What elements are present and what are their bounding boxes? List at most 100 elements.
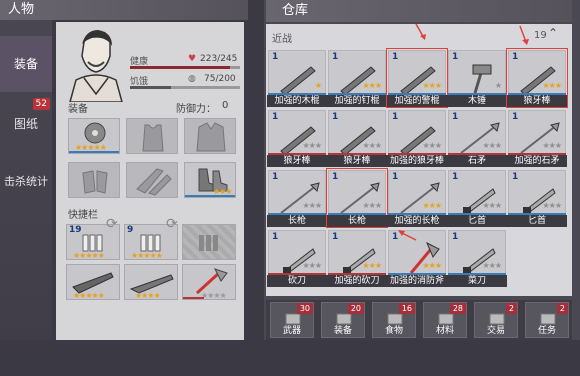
warehouse-item[interactable]: 1 ★ xyxy=(268,50,326,96)
equip-slot-weapon[interactable]: ★★★★★ xyxy=(68,118,120,154)
category-label: 交易 xyxy=(486,326,505,336)
item-name: 匕首 xyxy=(447,215,507,227)
swap-icon[interactable]: ⟳ xyxy=(106,216,118,232)
category-label: 武器 xyxy=(282,326,301,336)
warehouse-item[interactable]: 1 ★★★ xyxy=(328,110,386,156)
quick-slot-3[interactable] xyxy=(182,224,236,260)
slot-stars: ★★★★★ xyxy=(131,251,163,260)
weapon-icon xyxy=(280,66,316,96)
warehouse-item[interactable]: 1 ★★★ xyxy=(448,170,506,214)
tab-blueprints[interactable]: 图纸 52 xyxy=(0,96,52,152)
item-stars: ★★★ xyxy=(422,201,441,210)
category-button[interactable]: 16 食物 xyxy=(372,302,416,338)
item-stars: ★★★ xyxy=(362,201,381,210)
item-name: 长枪 xyxy=(267,215,327,227)
weapon-icon xyxy=(520,66,556,96)
quick-slot-qty: 19 xyxy=(69,225,82,235)
melee-count: 19 xyxy=(534,30,547,41)
defense-label: 防御力： xyxy=(176,104,216,115)
hunger-value: 75/200 xyxy=(204,74,236,84)
jacket-icon xyxy=(196,122,226,152)
gloves-icon xyxy=(82,170,108,194)
food-icon: ◍ xyxy=(188,74,196,84)
weapon-icon xyxy=(340,126,376,156)
category-button[interactable]: 28 材料 xyxy=(423,302,467,338)
warehouse-item[interactable]: 1 ★★★ xyxy=(388,110,446,156)
warehouse-item[interactable]: 1 ★★★ xyxy=(388,50,446,96)
item-name: 加强的石矛 xyxy=(507,155,567,167)
item-stars: ★★★ xyxy=(302,201,321,210)
warehouse-item[interactable]: 1 ★★★ xyxy=(268,230,326,274)
item-name: 加强的钉棍 xyxy=(327,95,387,107)
category-count: 2 xyxy=(505,303,517,314)
collapse-chevron-icon[interactable]: ⌃ xyxy=(548,26,558,40)
tanktop-icon xyxy=(142,124,164,152)
weapon-icon xyxy=(343,248,376,273)
warehouse-item[interactable]: 1 ★★★ xyxy=(328,170,386,214)
tab-kill-stats[interactable]: 击杀统计 xyxy=(0,154,52,210)
item-stars: ★ xyxy=(494,81,502,90)
item-stars: ★★★ xyxy=(542,141,561,150)
warehouse-item[interactable]: 1 ★★★ xyxy=(268,110,326,156)
character-panel-title: 人物 xyxy=(0,0,248,20)
annotation-arrow xyxy=(519,25,529,45)
equip-slot-body[interactable] xyxy=(126,118,178,154)
warehouse-item[interactable]: 1 ★★★ xyxy=(388,170,446,214)
equip-slot-outer[interactable] xyxy=(184,118,236,154)
pants-icon xyxy=(136,168,172,196)
health-value: 223/245 xyxy=(200,54,238,64)
warehouse-item[interactable]: 1 ★★★ xyxy=(448,110,506,154)
category-count: 28 xyxy=(449,303,466,314)
swap-icon[interactable]: ⟳ xyxy=(166,216,178,232)
weapon-icon xyxy=(400,66,436,96)
item-name: 菜刀 xyxy=(447,275,507,287)
bottom-strip xyxy=(0,340,580,376)
warehouse-item[interactable]: 1 ★★★ xyxy=(328,230,386,274)
warehouse-item[interactable]: 1 ★★★ xyxy=(508,50,566,96)
item-name: 加强的砍刀 xyxy=(327,275,387,287)
category-count: 16 xyxy=(398,303,415,314)
weapon-icon xyxy=(340,182,380,214)
equip-slot-feet[interactable]: ★★★ xyxy=(184,162,236,198)
category-label: 食物 xyxy=(384,326,403,336)
item-stars: ★★★ xyxy=(422,141,441,150)
item-name: 匕首 xyxy=(507,215,567,227)
quick-slot-5[interactable]: ★★★★ xyxy=(124,264,178,300)
weapon-icon xyxy=(400,126,436,156)
warehouse-item[interactable]: 1 ★★★ xyxy=(448,230,506,274)
warehouse-item[interactable]: 1 ★★★ xyxy=(328,50,386,96)
quick-slot-4[interactable]: ★★★★★ xyxy=(66,264,120,300)
weapon-icon xyxy=(340,66,376,96)
item-stars: ★★★ xyxy=(482,141,501,150)
category-count: 30 xyxy=(296,303,313,314)
weapon-icon xyxy=(460,122,500,154)
category-button[interactable]: 2 任务 xyxy=(525,302,569,338)
item-stars: ★★★ xyxy=(302,261,321,270)
item-stars: ★★★ xyxy=(302,141,321,150)
category-button[interactable]: 30 武器 xyxy=(270,302,314,338)
hunger-bar xyxy=(130,86,240,89)
warehouse-item[interactable]: 1 ★ xyxy=(448,50,506,94)
weapon-icon xyxy=(520,122,560,154)
item-stars: ★ xyxy=(314,81,322,90)
melee-category-label: 近战 xyxy=(272,34,292,45)
item-name: 狼牙棒 xyxy=(267,155,327,167)
weapon-icon xyxy=(280,126,316,156)
quickbar-label: 快捷栏 xyxy=(68,210,98,221)
tab-equipment[interactable]: 装备 xyxy=(0,36,52,92)
equip-slot-legs[interactable] xyxy=(126,162,178,198)
item-stars: ★★★ xyxy=(422,81,441,90)
item-name: 加强的消防斧 xyxy=(387,275,447,287)
weapon-icon xyxy=(409,241,440,274)
category-button[interactable]: 2 交易 xyxy=(474,302,518,338)
item-name: 狼牙棒 xyxy=(327,155,387,167)
annotation-arrow xyxy=(398,230,417,241)
item-name: 狼牙棒 xyxy=(507,95,567,107)
item-name: 加强的木棍 xyxy=(267,95,327,107)
warehouse-item[interactable]: 1 ★★★ xyxy=(508,110,566,154)
equip-slot-hands[interactable] xyxy=(68,162,120,198)
quick-slot-6[interactable]: ★★★★ xyxy=(182,264,236,300)
category-button[interactable]: 20 装备 xyxy=(321,302,365,338)
warehouse-item[interactable]: 1 ★★★ xyxy=(508,170,566,214)
warehouse-item[interactable]: 1 ★★★ xyxy=(268,170,326,214)
